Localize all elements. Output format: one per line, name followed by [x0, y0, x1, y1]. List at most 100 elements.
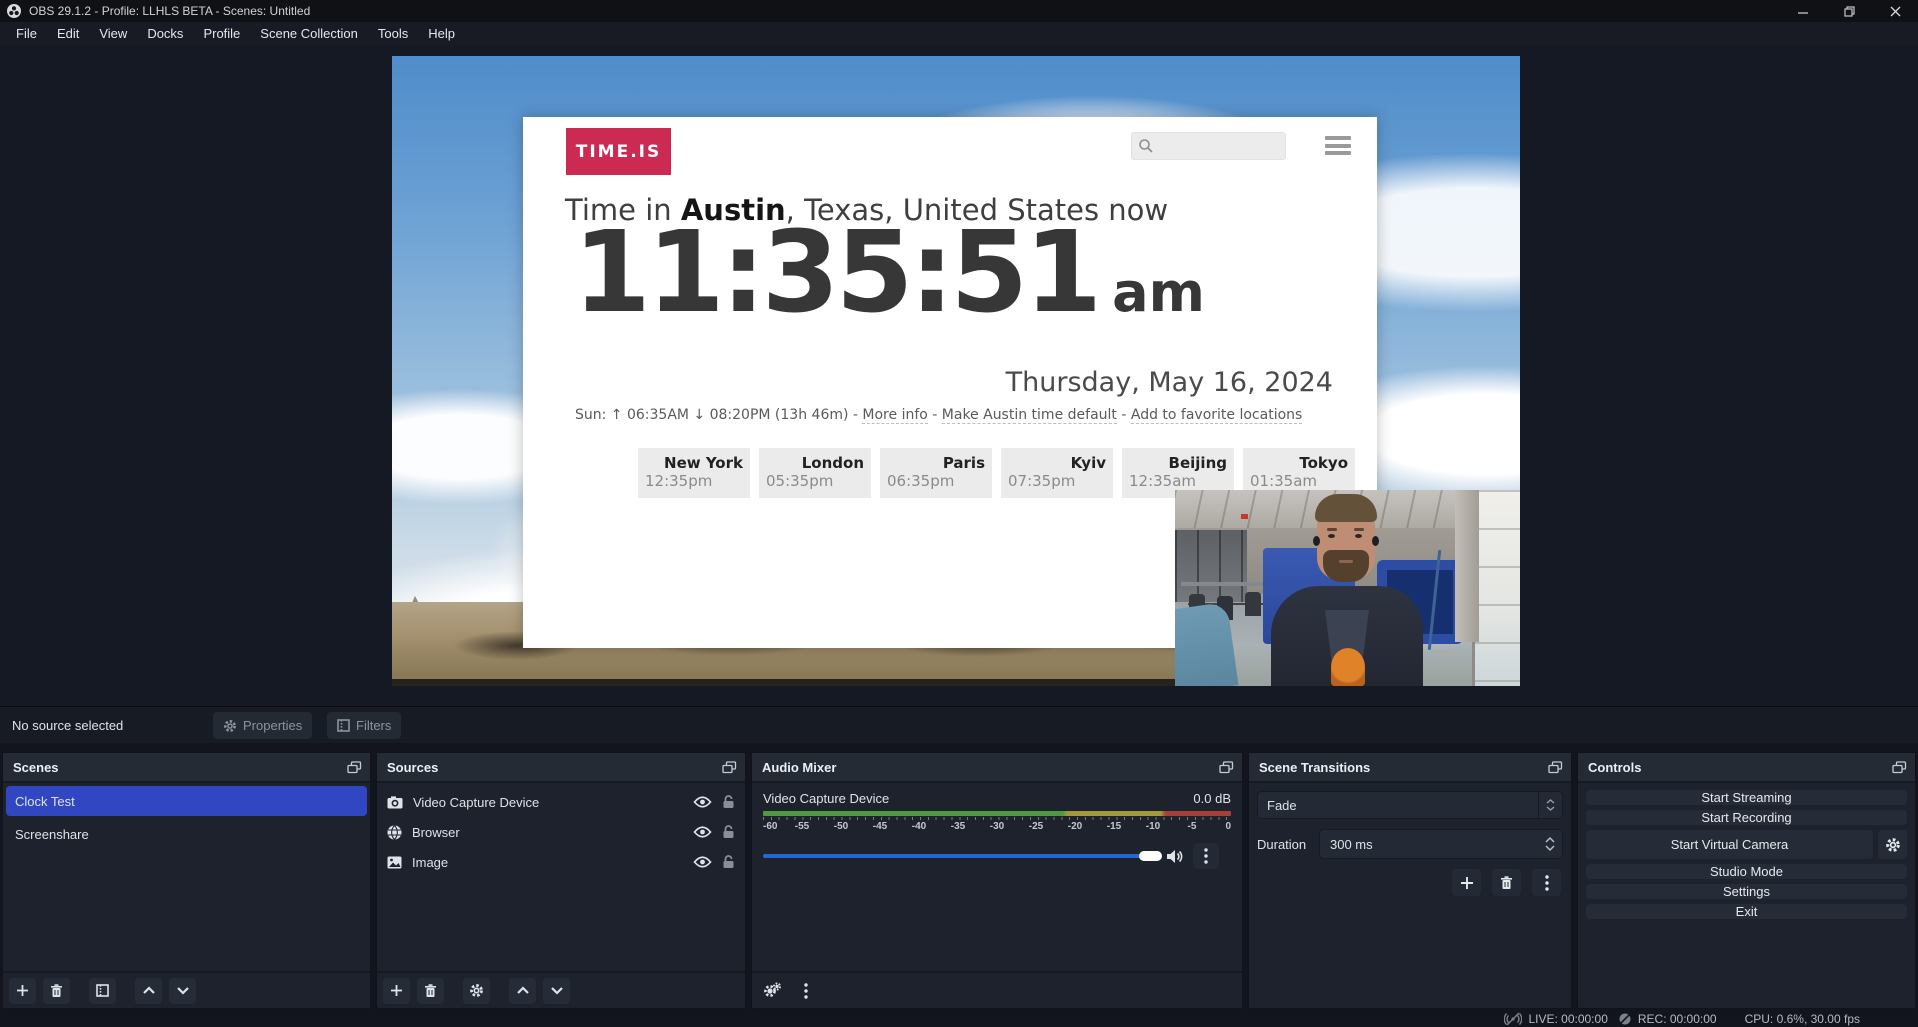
menu-file[interactable]: File: [6, 22, 47, 46]
add-scene-button[interactable]: [9, 978, 36, 1004]
chevron-up-icon: [516, 986, 530, 995]
remove-source-button[interactable]: [417, 978, 444, 1004]
rec-time: REC: 00:00:00: [1638, 1012, 1717, 1026]
studio-mode-button[interactable]: Studio Mode: [1586, 864, 1907, 879]
lock-icon[interactable]: [722, 825, 735, 839]
mixer-options-button[interactable]: [1193, 843, 1219, 869]
chevron-up-icon: [1546, 799, 1555, 804]
popout-icon[interactable]: [1548, 761, 1563, 774]
sun-info-line: Sun: ↑ 06:35AM ↓ 08:20PM (13h 46m) - Mor…: [575, 407, 1355, 423]
duration-spinbox[interactable]: 300 ms: [1319, 829, 1563, 859]
menu-tools[interactable]: Tools: [368, 22, 418, 46]
add-source-button[interactable]: [383, 978, 410, 1004]
chevron-up-icon: [142, 986, 156, 995]
remove-scene-button[interactable]: [43, 978, 70, 1004]
visibility-eye-icon[interactable]: [693, 796, 712, 808]
start-virtual-camera-button[interactable]: Start Virtual Camera: [1586, 830, 1873, 859]
transition-select[interactable]: Fade: [1257, 791, 1563, 819]
title-bar: OBS 29.1.2 - Profile: LLHLS BETA - Scene…: [0, 0, 1918, 22]
popout-icon[interactable]: [347, 761, 362, 774]
transition-options-button[interactable]: [1532, 869, 1561, 896]
lock-icon[interactable]: [722, 855, 735, 869]
properties-button[interactable]: Properties: [213, 712, 312, 739]
lock-icon[interactable]: [722, 795, 735, 809]
restore-button[interactable]: [1826, 0, 1872, 22]
volume-slider-handle[interactable]: [1139, 851, 1162, 861]
menu-help[interactable]: Help: [418, 22, 465, 46]
duration-value: 300 ms: [1320, 837, 1538, 852]
exit-button[interactable]: Exit: [1586, 904, 1907, 919]
clock-display: 11:35:51 am: [573, 213, 1205, 334]
scene-item-screenshare[interactable]: Screenshare: [6, 819, 367, 849]
move-source-down-button[interactable]: [543, 978, 570, 1004]
webcam-video-source[interactable]: [1175, 490, 1520, 686]
menu-scene-collection[interactable]: Scene Collection: [250, 22, 368, 46]
chevron-down-icon: [1546, 806, 1555, 811]
mixer-menu-button[interactable]: [792, 978, 819, 1004]
filter-icon: [96, 984, 109, 997]
hamburger-menu-icon[interactable]: [1325, 136, 1351, 155]
search-input[interactable]: [1131, 132, 1286, 160]
source-properties-button[interactable]: [463, 978, 490, 1004]
city-card-new-york[interactable]: New York12:35pm: [638, 448, 750, 498]
scene-item-clock-test[interactable]: Clock Test: [6, 786, 367, 816]
popout-icon[interactable]: [722, 761, 737, 774]
duration-label: Duration: [1257, 837, 1319, 852]
visibility-eye-icon[interactable]: [693, 856, 712, 868]
mixer-channel-name: Video Capture Device: [763, 791, 1193, 806]
add-favorite-link[interactable]: Add to favorite locations: [1131, 407, 1302, 424]
start-recording-button[interactable]: Start Recording: [1586, 810, 1907, 825]
menu-view[interactable]: View: [89, 22, 137, 46]
remove-transition-button[interactable]: [1492, 869, 1521, 896]
sources-panel-title: Sources: [387, 760, 722, 775]
city-card-london[interactable]: London05:35pm: [759, 448, 871, 498]
speaker-icon[interactable]: [1166, 849, 1184, 864]
volume-slider[interactable]: [763, 854, 1157, 858]
start-streaming-button[interactable]: Start Streaming: [1586, 790, 1907, 805]
scene-filters-button[interactable]: [89, 978, 116, 1004]
more-info-link[interactable]: More info: [862, 407, 927, 424]
city-card-paris[interactable]: Paris06:35pm: [880, 448, 992, 498]
source-item-image[interactable]: Image: [377, 847, 745, 877]
gear-icon: [469, 983, 484, 998]
minimize-button[interactable]: [1780, 0, 1826, 22]
meter-tickmarks: [763, 817, 1231, 820]
popout-icon[interactable]: [1219, 761, 1234, 774]
source-item-video-capture[interactable]: Video Capture Device: [377, 787, 745, 817]
cpu-fps-status: CPU: 0.6%, 30.00 fps: [1745, 1012, 1860, 1026]
chevron-down-icon: [1545, 845, 1555, 851]
menu-edit[interactable]: Edit: [47, 22, 89, 46]
preview-canvas[interactable]: TIME.IS Time in Austin, Texas, United St…: [392, 56, 1520, 686]
live-time: LIVE: 00:00:00: [1528, 1012, 1607, 1026]
make-default-link[interactable]: Make Austin time default: [942, 407, 1117, 424]
move-source-up-button[interactable]: [509, 978, 536, 1004]
meter-scale: -60 -55 -50 -45 -40 -35 -30 -25 -20 -15 …: [763, 821, 1231, 834]
move-scene-up-button[interactable]: [135, 978, 162, 1004]
plus-icon: [1460, 876, 1474, 890]
gear-icon: [223, 719, 237, 733]
advanced-audio-button[interactable]: [758, 978, 785, 1004]
selection-status-text: No source selected: [12, 718, 123, 733]
scene-transitions-panel: Scene Transitions Fade Duration 300 ms: [1248, 752, 1572, 1009]
move-scene-down-button[interactable]: [169, 978, 196, 1004]
controls-panel-title: Controls: [1588, 760, 1892, 775]
plus-icon: [390, 984, 403, 997]
visibility-eye-icon[interactable]: [693, 826, 712, 838]
filter-icon: [337, 719, 350, 732]
image-icon: [387, 856, 402, 869]
menu-docks[interactable]: Docks: [137, 22, 193, 46]
kebab-menu-icon: [1545, 875, 1549, 891]
add-transition-button[interactable]: [1452, 869, 1481, 896]
city-card-kyiv[interactable]: Kyiv07:35pm: [1001, 448, 1113, 498]
settings-button[interactable]: Settings: [1586, 884, 1907, 899]
timeis-logo[interactable]: TIME.IS: [566, 128, 671, 175]
source-item-browser[interactable]: Browser: [377, 817, 745, 847]
close-button[interactable]: [1872, 0, 1918, 22]
audio-mixer-panel: Audio Mixer Video Capture Device 0.0 dB …: [751, 752, 1243, 1009]
popout-icon[interactable]: [1892, 761, 1907, 774]
menu-profile[interactable]: Profile: [193, 22, 250, 46]
virtual-camera-config-button[interactable]: [1878, 830, 1907, 859]
transition-selected-value: Fade: [1258, 798, 1538, 813]
clock-ampm: am: [1112, 266, 1205, 334]
filters-button[interactable]: Filters: [327, 712, 401, 739]
